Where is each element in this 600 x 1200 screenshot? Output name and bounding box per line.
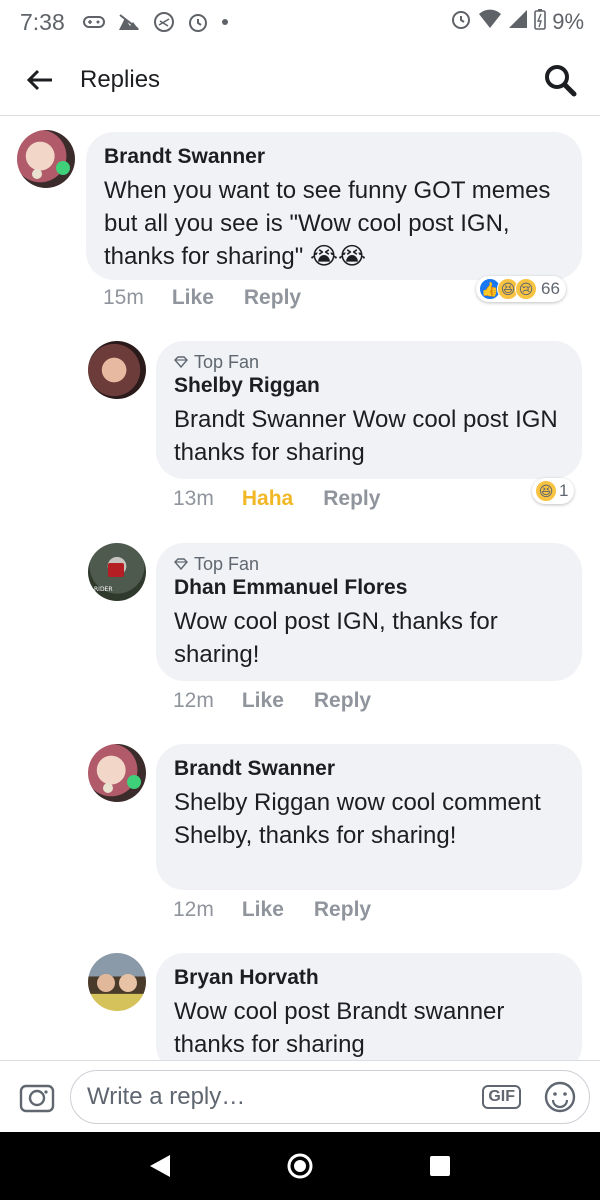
emoji-icon[interactable]	[543, 1080, 577, 1114]
system-nav-bar	[0, 1132, 600, 1200]
comment-bubble[interactable]: Bryan Horvath Wow cool post Brandt swann…	[156, 953, 582, 1060]
comment-thread: Brandt Swanner When you want to see funn…	[0, 116, 600, 1060]
recents-square-icon	[430, 1156, 450, 1176]
comment: Brandt Swanner Shelby Riggan wow cool co…	[0, 742, 600, 932]
search-button[interactable]	[520, 44, 600, 116]
reply-button[interactable]: Reply	[244, 286, 301, 310]
avatar[interactable]: RIDER	[88, 543, 146, 601]
arrow-left-icon	[26, 69, 52, 90]
comment-bubble[interactable]: Top Fan Dhan Emmanuel Flores Wow cool po…	[156, 543, 582, 681]
gamepad-icon	[82, 14, 105, 30]
comment-text: Brandt Swanner Wow cool post IGN thanks …	[174, 406, 558, 466]
diamond-icon	[174, 558, 188, 570]
photo-icon	[117, 12, 141, 32]
avatar[interactable]	[88, 341, 146, 399]
comment-bubble[interactable]: Brandt Swanner When you want to see funn…	[86, 132, 582, 280]
like-button[interactable]: Like	[242, 689, 284, 713]
top-fan-label: Top Fan	[194, 352, 260, 372]
comment-text: Wow cool post Brandt swanner thanks for …	[174, 998, 505, 1058]
battery-icon	[534, 8, 547, 36]
avatar[interactable]	[88, 744, 146, 802]
status-bar: 7:38 9%	[0, 0, 600, 44]
home-circle-icon	[287, 1153, 313, 1179]
sad-reaction-icon: 😢	[515, 278, 537, 300]
nav-recents-button[interactable]	[420, 1146, 460, 1186]
comment-time: 13m	[173, 487, 214, 510]
comment-actions: 12m Like Reply	[173, 898, 371, 922]
disc-icon	[153, 11, 175, 33]
comment-time: 12m	[173, 898, 214, 921]
reply-input[interactable]: Write a reply… GIF	[70, 1069, 590, 1124]
cell-signal-icon	[508, 9, 528, 35]
reaction-summary[interactable]: 😆 1	[532, 478, 575, 504]
back-triangle-icon	[150, 1155, 170, 1177]
comment-time: 15m	[103, 286, 144, 309]
reply-button[interactable]: Reply	[323, 487, 380, 511]
reply-button[interactable]: Reply	[314, 689, 371, 713]
back-button[interactable]	[0, 44, 80, 116]
battery-percent: 9%	[552, 9, 584, 34]
comment-bubble[interactable]: Top Fan Shelby Riggan Brandt Swanner Wow…	[156, 341, 582, 479]
reaction-count: 1	[559, 481, 569, 500]
haha-reaction-button[interactable]: Haha	[242, 487, 293, 511]
svg-text:RIDER: RIDER	[94, 586, 113, 593]
comment: Brandt Swanner When you want to see funn…	[0, 116, 600, 316]
nav-home-button[interactable]	[280, 1146, 320, 1186]
comment: Top Fan Shelby Riggan Brandt Swanner Wow…	[0, 338, 600, 518]
comment-bubble[interactable]: Brandt Swanner Shelby Riggan wow cool co…	[156, 744, 582, 890]
reply-button[interactable]: Reply	[314, 898, 371, 922]
app-bar: Replies	[0, 44, 600, 116]
wifi-icon	[478, 9, 502, 35]
comment-author[interactable]: Shelby Riggan	[174, 373, 564, 399]
comment-text: Shelby Riggan wow cool comment Shelby, t…	[174, 789, 541, 849]
gif-button[interactable]: GIF	[482, 1084, 521, 1109]
alarm-icon	[187, 11, 209, 33]
reaction-count: 66	[541, 279, 560, 298]
comment-author[interactable]: Bryan Horvath	[174, 965, 564, 991]
comment-actions: 13m Haha Reply	[173, 487, 380, 511]
nav-back-button[interactable]	[140, 1146, 180, 1186]
alarm-icon	[450, 8, 472, 36]
page-title: Replies	[80, 65, 161, 93]
camera-button[interactable]	[16, 1076, 58, 1118]
haha-reaction-icon: 😆	[535, 480, 557, 502]
comment-time: 12m	[173, 689, 214, 712]
like-button[interactable]: Like	[172, 286, 214, 310]
comment: RIDER Top Fan Dhan Emmanuel Flores Wow c…	[0, 540, 600, 720]
comment-author[interactable]: Brandt Swanner	[174, 756, 564, 782]
top-fan-label: Top Fan	[194, 554, 260, 574]
comment-actions: 12m Like Reply	[173, 689, 371, 713]
dot-icon	[221, 18, 229, 26]
comment: Bryan Horvath Wow cool post Brandt swann…	[0, 951, 600, 1060]
reply-composer: Write a reply… GIF	[0, 1060, 600, 1132]
comment-text: Wow cool post IGN, thanks for sharing!	[174, 608, 498, 668]
top-fan-badge: Top Fan	[174, 351, 564, 373]
reply-input-placeholder: Write a reply…	[87, 1082, 246, 1110]
comment-author[interactable]: Brandt Swanner	[104, 144, 564, 170]
comment-text: When you want to see funny GOT memes but…	[104, 177, 551, 270]
camera-icon	[19, 1084, 55, 1112]
avatar[interactable]	[17, 130, 75, 188]
like-button[interactable]: Like	[242, 898, 284, 922]
comment-author[interactable]: Dhan Emmanuel Flores	[174, 575, 564, 601]
top-fan-badge: Top Fan	[174, 553, 564, 575]
diamond-icon	[174, 356, 188, 368]
status-time: 7:38	[20, 8, 65, 35]
reaction-summary[interactable]: 👍 😆 😢 66	[476, 276, 566, 302]
search-icon	[545, 64, 577, 96]
comment-actions: 15m Like Reply	[103, 286, 301, 310]
avatar[interactable]	[88, 953, 146, 1011]
